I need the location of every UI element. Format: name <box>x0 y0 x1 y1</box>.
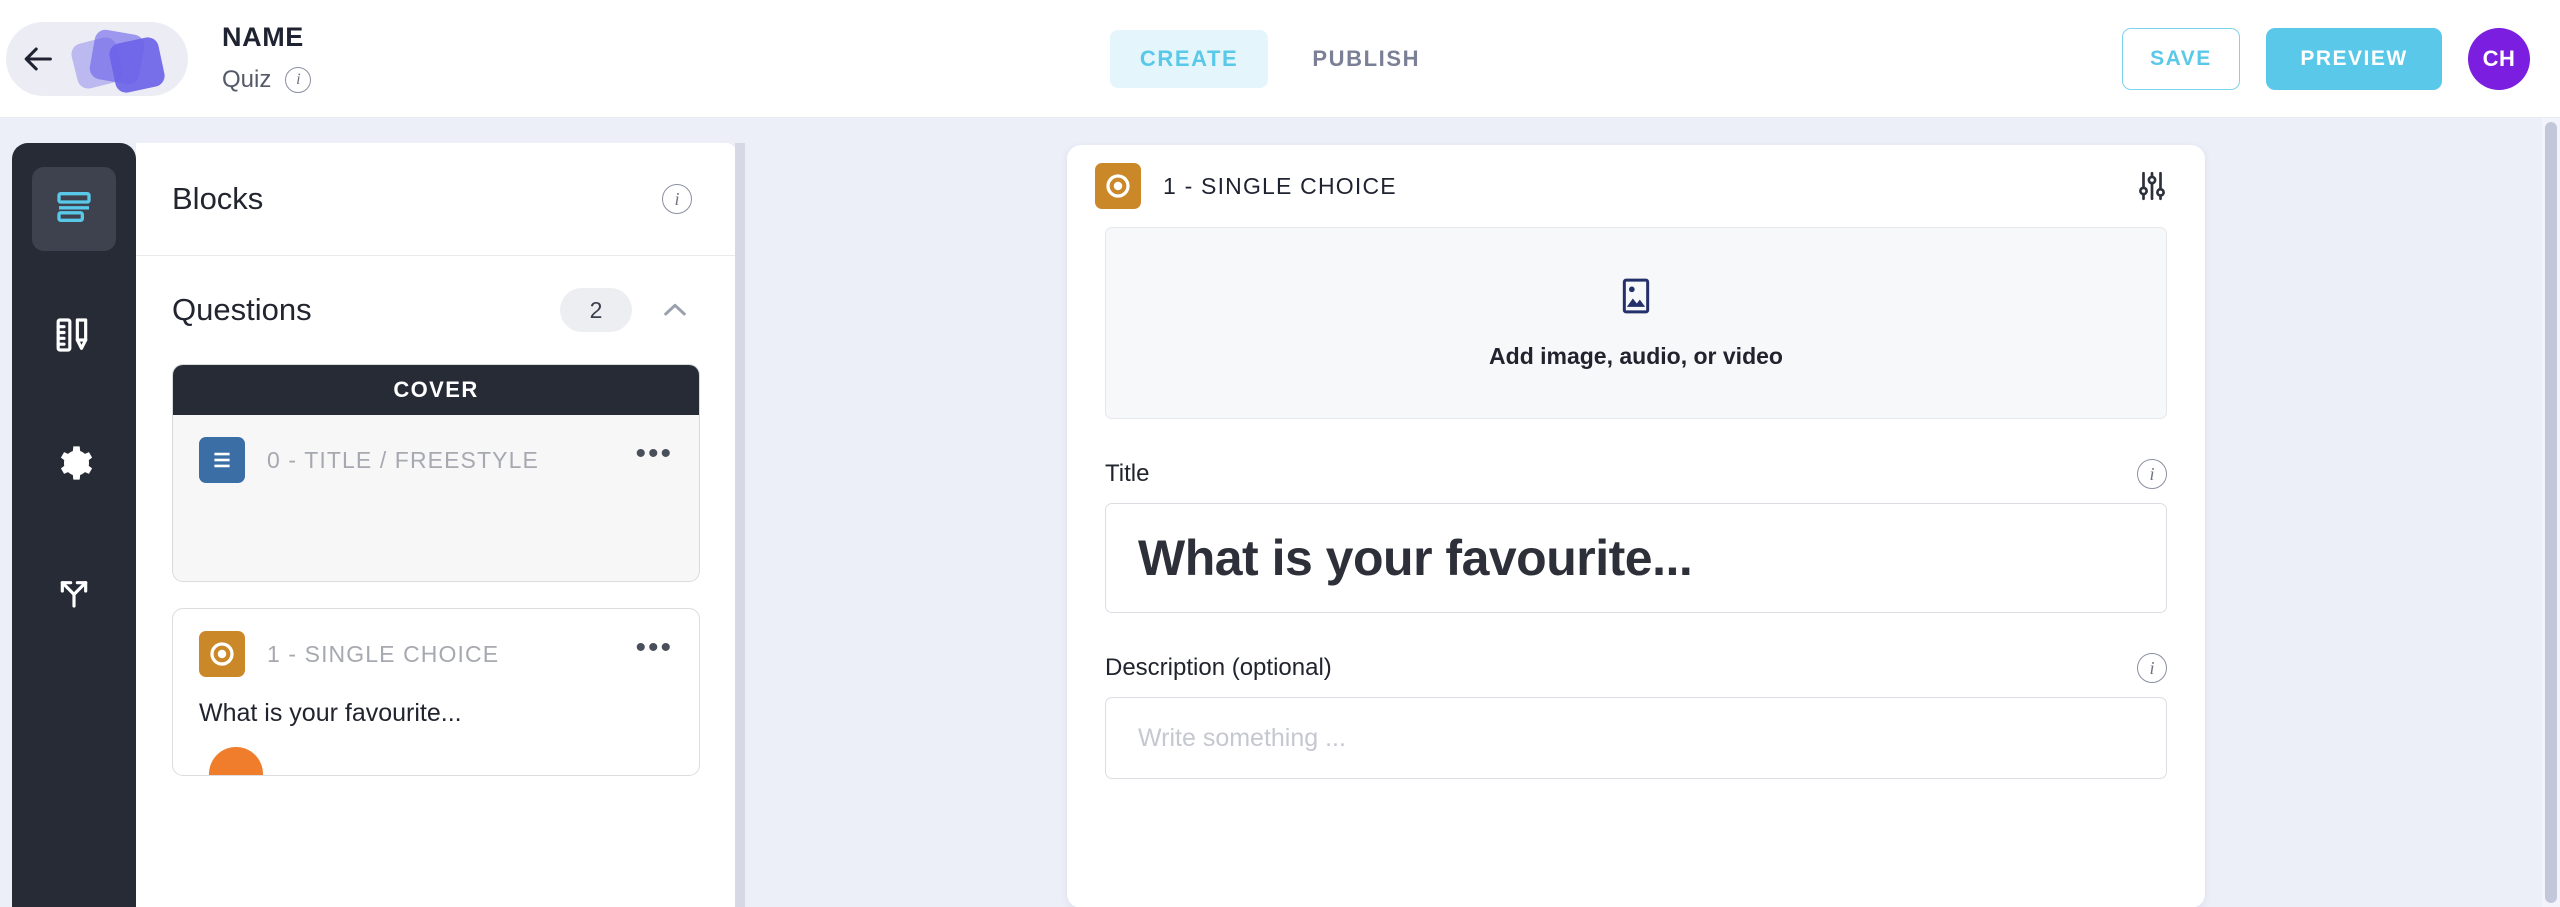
sidebar-item-logic[interactable] <box>32 551 116 635</box>
branch-icon <box>54 571 94 616</box>
list-item[interactable]: 1 - SINGLE CHOICE ••• What is your favou… <box>172 608 700 776</box>
title-input-value: What is your favourite... <box>1138 530 1693 586</box>
blocks-panel-title: Blocks <box>172 181 264 216</box>
chevron-up-icon[interactable] <box>658 293 692 327</box>
list-item[interactable]: COVER 0 - TITLE / FREESTYLE ••• <box>172 364 700 582</box>
info-icon[interactable]: i <box>2137 653 2167 683</box>
description-field-label: Description (optional) <box>1105 654 1332 681</box>
blocks-list: COVER 0 - TITLE / FREESTYLE ••• 1 - SING… <box>136 364 736 776</box>
title-field-group: Title i What is your favourite... <box>1105 459 2167 613</box>
document-type-label: Quiz <box>222 65 272 93</box>
sidebar-item-settings[interactable] <box>32 423 116 507</box>
blocks-icon <box>54 187 94 232</box>
left-icon-rail <box>12 143 136 907</box>
info-icon[interactable]: i <box>662 184 692 214</box>
avatar[interactable]: CH <box>2468 27 2530 90</box>
description-field-group: Description (optional) i Write something… <box>1105 653 2167 779</box>
title-field-label: Title <box>1105 460 1150 487</box>
tab-create[interactable]: CREATE <box>1109 29 1269 88</box>
single-choice-icon <box>1095 163 1141 209</box>
editor-canvas: 1 - SINGLE CHOICE Add image, audio, or v… <box>745 118 2540 907</box>
questions-label: Questions <box>172 292 312 327</box>
question-type-label: 1 - SINGLE CHOICE <box>1163 172 1397 199</box>
info-icon[interactable]: i <box>285 66 312 93</box>
gear-icon <box>54 443 94 488</box>
app-logo-icon <box>69 27 167 95</box>
image-placeholder-icon <box>1616 276 1656 321</box>
question-editor-card: 1 - SINGLE CHOICE Add image, audio, or v… <box>1067 145 2205 907</box>
questions-section-header[interactable]: Questions 2 <box>136 256 736 364</box>
tab-publish[interactable]: PUBLISH <box>1282 30 1450 88</box>
brand-home-pill[interactable] <box>6 21 188 96</box>
arrow-left-icon <box>22 42 56 76</box>
add-block-button[interactable] <box>209 747 263 775</box>
panel-resize-handle[interactable] <box>735 143 745 907</box>
main-tabs: CREATE PUBLISH <box>1109 29 1450 88</box>
description-input-placeholder: Write something ... <box>1138 723 1346 752</box>
page-title: NAME <box>222 22 304 53</box>
sidebar-item-blocks[interactable] <box>32 167 116 251</box>
single-choice-icon <box>199 631 245 677</box>
ruler-pencil-icon <box>54 315 94 360</box>
preview-button[interactable]: PREVIEW <box>2266 27 2442 90</box>
blocks-panel-header: Blocks i <box>136 143 736 256</box>
title-input[interactable]: What is your favourite... <box>1105 503 2167 613</box>
block-type-label: 0 - TITLE / FREESTYLE <box>267 446 539 473</box>
title-freestyle-icon <box>199 437 245 483</box>
more-options-icon[interactable]: ••• <box>635 633 673 666</box>
questions-count-badge: 2 <box>560 288 632 332</box>
cover-section-label: COVER <box>173 365 699 415</box>
info-icon[interactable]: i <box>2137 459 2167 489</box>
top-bar-actions: SAVE PREVIEW CH <box>2122 27 2530 90</box>
block-subtitle: What is your favourite... <box>199 699 462 727</box>
description-input[interactable]: Write something ... <box>1105 697 2167 779</box>
more-options-icon[interactable]: ••• <box>635 439 673 472</box>
save-button[interactable]: SAVE <box>2122 27 2240 90</box>
document-title-block: NAME Quiz i <box>222 22 312 93</box>
media-upload-dropzone[interactable]: Add image, audio, or video <box>1105 227 2167 419</box>
sliders-icon[interactable] <box>2135 169 2169 203</box>
sidebar-item-design[interactable] <box>32 295 116 379</box>
question-editor-header: 1 - SINGLE CHOICE <box>1067 145 2205 227</box>
back-button[interactable] <box>6 42 72 76</box>
vertical-scrollbar-thumb[interactable] <box>2545 122 2557 903</box>
blocks-panel: Blocks i Questions 2 COVER 0 - TITLE / F… <box>136 143 736 907</box>
block-type-label: 1 - SINGLE CHOICE <box>267 640 500 667</box>
top-bar: NAME Quiz i CREATE PUBLISH SAVE PREVIEW … <box>0 0 2560 118</box>
media-upload-label: Add image, audio, or video <box>1489 343 1783 369</box>
